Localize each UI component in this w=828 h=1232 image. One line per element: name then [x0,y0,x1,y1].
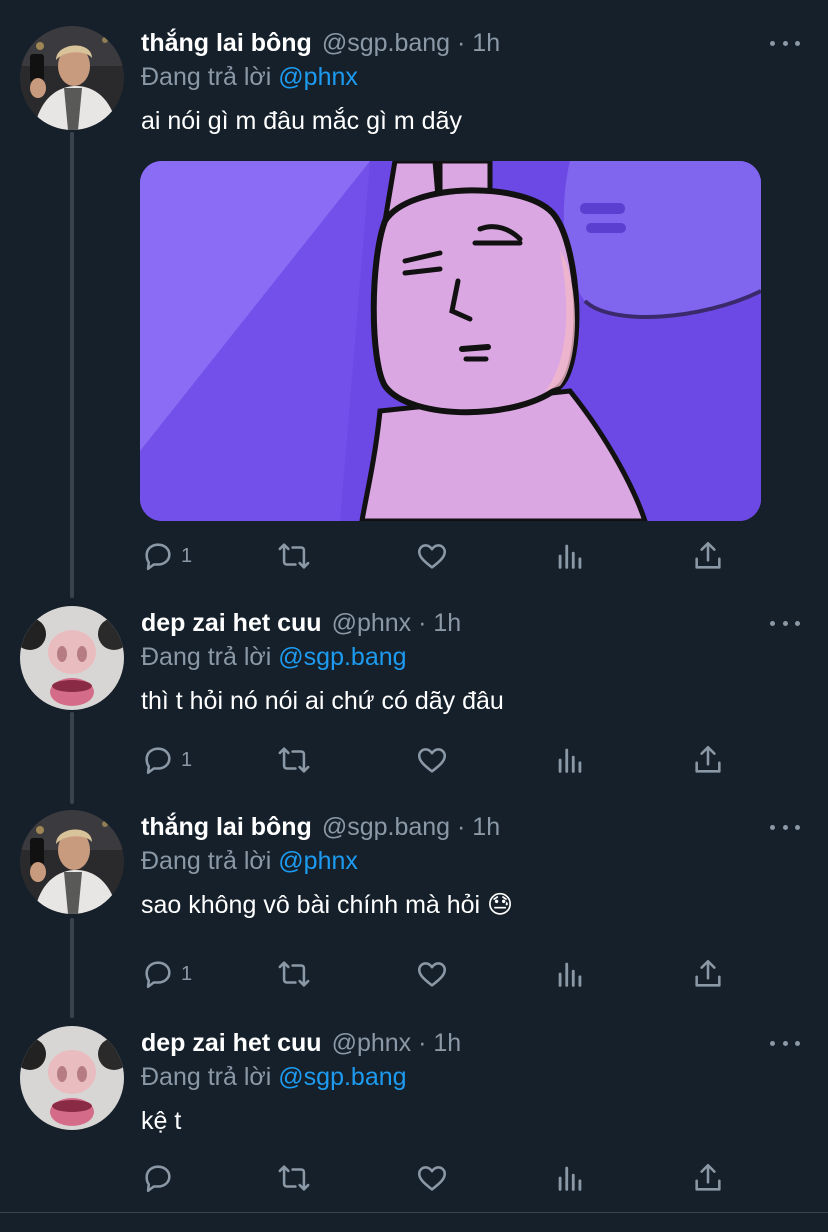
display-name[interactable]: thắng lai bông [141,29,312,57]
tweet[interactable]: thắng lai bông @sgp.bang · 1h Đang trả lờ… [0,26,828,586]
mention-link[interactable]: @sgp.bang [278,1063,406,1091]
analytics-button[interactable] [553,1158,587,1198]
like-icon [417,1166,447,1191]
handle-and-time[interactable]: @sgp.bang · 1h [322,29,500,57]
reply-button[interactable]: 1 [141,954,192,994]
divider [0,1212,828,1213]
replying-to: Đang trả lời @phnx [141,847,358,875]
replying-to: Đang trả lời @sgp.bang [141,1063,407,1091]
tweet-text: kệ t [141,1107,182,1135]
like-button[interactable] [415,536,449,576]
analytics-icon [558,962,582,987]
like-button[interactable] [415,740,449,780]
mention-link[interactable]: @sgp.bang [278,643,406,671]
tweet[interactable]: dep zai het cuu @phnx · 1h Đang trả lời @… [0,606,828,796]
analytics-button[interactable] [553,740,587,780]
reply-icon [145,747,171,775]
share-icon [695,1163,721,1191]
more-icon[interactable] [770,606,800,640]
retweet-icon [278,961,310,987]
reply-button[interactable]: 1 [141,536,192,576]
retweet-button[interactable] [277,536,311,576]
retweet-icon [278,747,310,773]
analytics-button[interactable] [553,536,587,576]
reply-icon [145,961,171,989]
tweet-header: dep zai het cuu @phnx · 1h [141,606,461,640]
handle-and-time[interactable]: @phnx · 1h [332,1029,462,1057]
retweet-button[interactable] [277,1158,311,1198]
analytics-icon [558,544,582,569]
mention-link[interactable]: @phnx [278,63,358,91]
like-button[interactable] [415,1158,449,1198]
like-button[interactable] [415,954,449,994]
tweet-actions: 1 [141,740,741,780]
reply-button[interactable] [141,1158,175,1198]
reply-count: 1 [181,962,193,985]
analytics-button[interactable] [553,954,587,994]
reply-button[interactable]: 1 [141,740,192,780]
tweet-actions: 1 [141,536,741,576]
display-name[interactable]: thắng lai bông [141,813,312,841]
share-button[interactable] [691,954,725,994]
analytics-icon [558,1166,582,1191]
share-button[interactable] [691,536,725,576]
tweet-text: ai nói gì m đâu mắc gì m dãy [141,107,462,135]
handle-and-time[interactable]: @sgp.bang · 1h [322,813,500,841]
reply-icon [145,1165,171,1193]
reply-count: 1 [181,544,193,567]
tweet[interactable]: dep zai het cuu @phnx · 1h Đang trả lời @… [0,1026,828,1206]
tweet-header: thắng lai bông @sgp.bang · 1h [141,26,500,60]
share-icon [695,541,721,569]
tweet-media-image[interactable] [140,161,761,521]
retweet-button[interactable] [277,954,311,994]
avatar[interactable] [20,1026,124,1130]
replying-to: Đang trả lời @sgp.bang [141,643,407,671]
analytics-icon [558,748,582,773]
retweet-button[interactable] [277,740,311,780]
like-icon [417,748,447,773]
more-icon[interactable] [770,810,800,844]
tweet-text: sao không vô bài chính mà hỏi 😓 [141,891,514,919]
handle-and-time[interactable]: @phnx · 1h [332,609,462,637]
display-name[interactable]: dep zai het cuu [141,1029,322,1057]
tweet[interactable]: thắng lai bông @sgp.bang · 1h Đang trả lờ… [0,810,828,1010]
mention-link[interactable]: @phnx [278,847,358,875]
display-name[interactable]: dep zai het cuu [141,609,322,637]
tweet-actions: 1 [141,954,741,994]
tweet-header: thắng lai bông @sgp.bang · 1h [141,810,500,844]
reply-icon [145,543,171,571]
share-icon [695,959,721,987]
retweet-icon [278,1165,310,1191]
like-icon [417,544,447,569]
avatar[interactable] [20,606,124,710]
replying-to: Đang trả lời @phnx [141,63,358,91]
tweet-actions [141,1158,741,1198]
share-icon [695,745,721,773]
reply-count: 1 [181,748,193,771]
like-icon [417,962,447,987]
share-button[interactable] [691,740,725,780]
avatar[interactable] [20,810,124,914]
more-icon[interactable] [770,26,800,60]
avatar[interactable] [20,26,124,130]
more-icon[interactable] [770,1026,800,1060]
tweet-header: dep zai het cuu @phnx · 1h [141,1026,461,1060]
share-button[interactable] [691,1158,725,1198]
retweet-icon [278,543,310,569]
tweet-text: thì t hỏi nó nói ai chứ có dãy đâu [141,687,504,715]
